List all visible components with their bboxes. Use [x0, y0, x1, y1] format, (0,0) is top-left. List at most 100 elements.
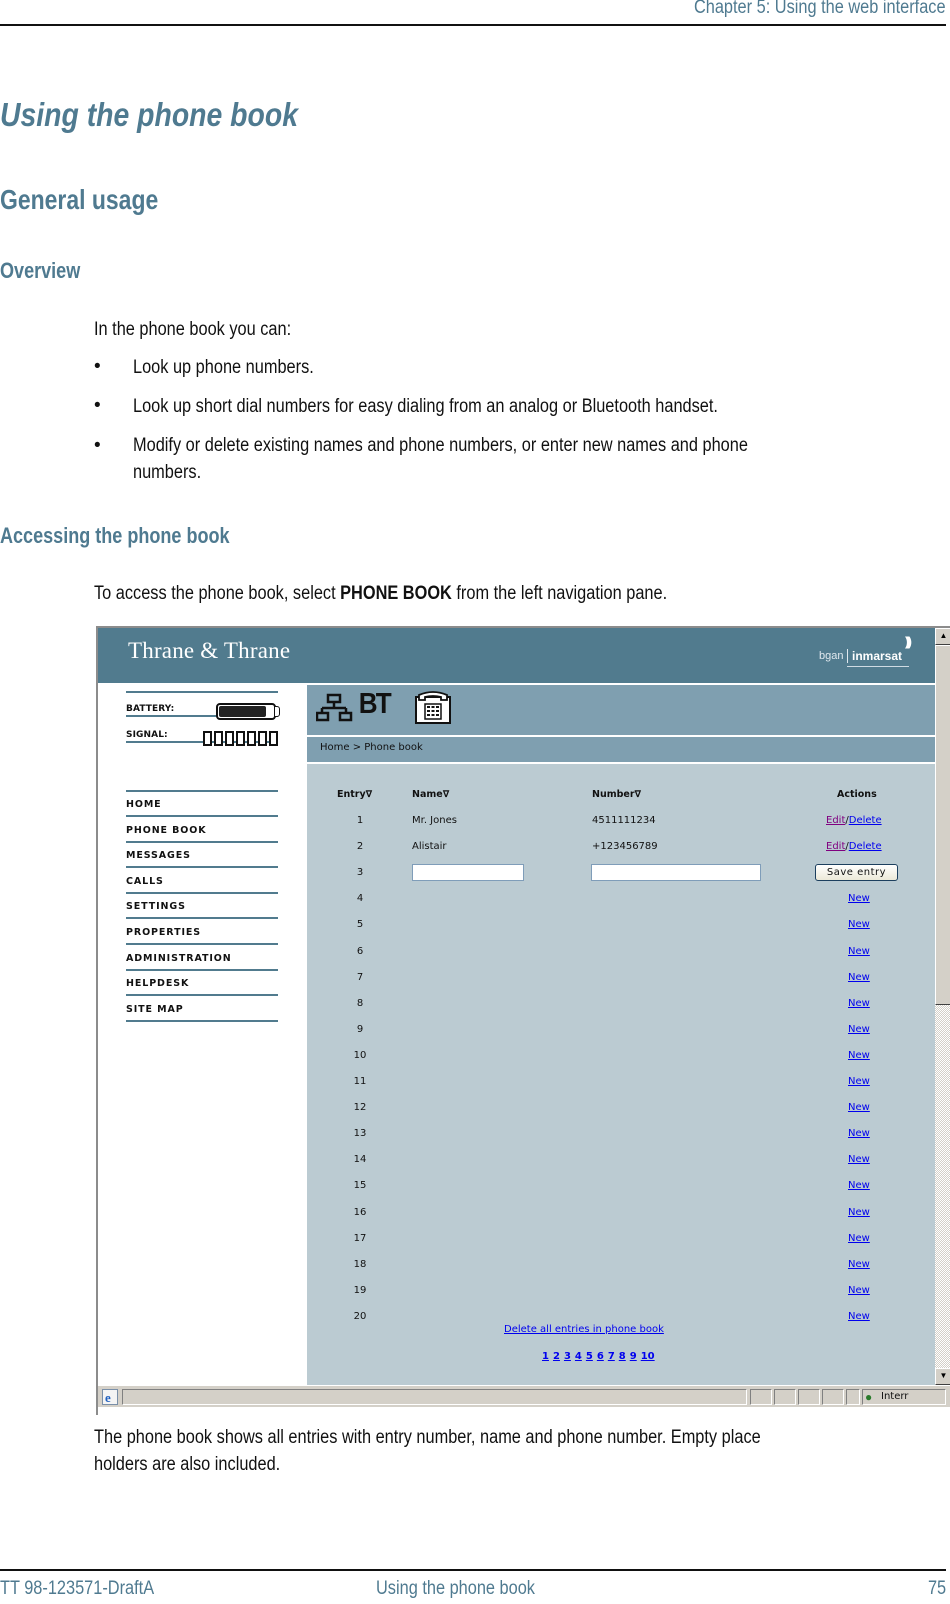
- entry-number: 7: [356, 971, 364, 983]
- entry-number: 11: [353, 1076, 367, 1087]
- delete-link[interactable]: Delete: [849, 841, 882, 852]
- overview-intro: In the phone book you can:: [94, 319, 292, 340]
- sidebar-item-messages[interactable]: MESSAGES: [126, 843, 278, 869]
- scroll-up-button[interactable]: ▲: [935, 628, 950, 645]
- entry-number: 19: [353, 1284, 367, 1296]
- sidebar-item-home[interactable]: HOME: [126, 792, 278, 817]
- new-entry-link[interactable]: New: [848, 1207, 870, 1218]
- bullet-item: Modify or delete existing names and phon…: [133, 435, 748, 456]
- column-header-number[interactable]: Number∇: [592, 789, 641, 800]
- entry-number: 2: [356, 841, 364, 853]
- signal-bar: [225, 731, 234, 746]
- access-text-bold: PHONE BOOK: [340, 583, 452, 604]
- bullet-item: Look up short dial numbers for easy dial…: [133, 396, 718, 417]
- new-entry-link[interactable]: New: [848, 1259, 870, 1270]
- new-entry-link[interactable]: New: [848, 972, 870, 983]
- name-input[interactable]: [412, 864, 524, 882]
- page-title: Using the phone book: [0, 96, 298, 133]
- page-link[interactable]: 3: [564, 1351, 571, 1362]
- page-link[interactable]: 5: [586, 1351, 593, 1362]
- new-entry-link[interactable]: New: [848, 1128, 870, 1139]
- new-entry-link[interactable]: New: [848, 1285, 870, 1296]
- page-link[interactable]: 7: [608, 1351, 615, 1362]
- entry-number: 10: [353, 1049, 367, 1061]
- column-header-name[interactable]: Name∇: [412, 789, 449, 800]
- logo-separator: [847, 649, 848, 663]
- entry-number: 20: [353, 1310, 367, 1322]
- battery-icon: [216, 703, 276, 720]
- new-entry-link[interactable]: New: [848, 1311, 870, 1322]
- new-entry-link[interactable]: New: [848, 998, 870, 1009]
- new-entry-link[interactable]: New: [848, 1154, 870, 1165]
- bgan-text: bgan: [819, 650, 844, 662]
- new-entry-link[interactable]: New: [848, 1180, 870, 1191]
- sidebar-item-properties[interactable]: PROPERTIES: [126, 920, 278, 945]
- entry-number: 13: [353, 1128, 367, 1140]
- status-panel: [822, 1389, 844, 1405]
- new-entry-link[interactable]: New: [848, 1102, 870, 1113]
- signal-bar: [258, 731, 267, 746]
- svg-text:e: e: [105, 1390, 111, 1405]
- page-link[interactable]: 2: [553, 1351, 560, 1362]
- page-link[interactable]: 6: [597, 1351, 604, 1362]
- new-entry-link[interactable]: New: [848, 893, 870, 904]
- browser-status-bar: e ● Interr: [98, 1385, 950, 1407]
- new-entry-link[interactable]: New: [848, 946, 870, 957]
- new-entry-link[interactable]: New: [848, 1024, 870, 1035]
- battery-label: BATTERY:: [126, 704, 175, 714]
- page-link[interactable]: 10: [641, 1351, 655, 1362]
- delete-all-entries-link[interactable]: Delete all entries in phone book: [504, 1324, 664, 1335]
- running-head: Chapter 5: Using the web interface: [694, 0, 946, 18]
- subsection-heading-accessing: Accessing the phone book: [0, 523, 230, 548]
- edit-link[interactable]: Edit: [826, 841, 845, 852]
- page-link[interactable]: 1: [542, 1351, 549, 1362]
- entry-name: Alistair: [412, 841, 447, 853]
- page-link[interactable]: 4: [575, 1351, 582, 1362]
- signal-bar: [269, 731, 278, 746]
- sidebar-item-settings[interactable]: SETTINGS: [126, 894, 278, 920]
- signal-bar: [247, 731, 256, 746]
- save-entry-button[interactable]: Save entry: [815, 864, 898, 882]
- bullet-item: Look up phone numbers.: [133, 357, 314, 378]
- sidebar-item-administration[interactable]: ADMINISTRATION: [126, 946, 278, 971]
- new-entry-link[interactable]: New: [848, 919, 870, 930]
- row-actions: Edit/Delete: [826, 815, 882, 826]
- internet-explorer-icon: e: [102, 1389, 118, 1405]
- entry-number: 1: [356, 815, 364, 826]
- footer-section-name: Using the phone book: [376, 1578, 535, 1599]
- entry-name: Mr. Jones: [412, 815, 457, 826]
- sidebar-item-phone-book[interactable]: PHONE BOOK: [126, 818, 278, 843]
- sidebar-item-helpdesk[interactable]: HELPDESK: [126, 971, 278, 997]
- entry-number: 4: [356, 893, 364, 905]
- access-text: from the left navigation pane.: [451, 583, 668, 604]
- scrollbar-thumb[interactable]: [935, 645, 950, 1005]
- access-text: To access the phone book, select: [94, 583, 341, 604]
- brand-logo: Thrane & Thrane: [128, 638, 291, 663]
- entry-number: 16: [353, 1206, 367, 1218]
- new-entry-link[interactable]: New: [848, 1233, 870, 1244]
- entry-number: 17: [353, 1232, 367, 1244]
- entry-number: 5: [356, 919, 364, 931]
- logo-underline: [847, 666, 909, 667]
- edit-link[interactable]: Edit: [826, 815, 845, 826]
- number-input[interactable]: [591, 864, 761, 882]
- page-link[interactable]: 8: [619, 1351, 626, 1362]
- top-banner: Thrane & Thrane bgan inmarsat ))): [98, 628, 935, 683]
- new-entry-link[interactable]: New: [848, 1050, 870, 1061]
- sidebar-item-calls[interactable]: CALLS: [126, 869, 278, 894]
- status-text-panel: [122, 1389, 747, 1405]
- sidebar-item-site-map[interactable]: SITE MAP: [126, 997, 278, 1022]
- bgan-inmarsat-logo: bgan inmarsat ))): [813, 634, 913, 672]
- delete-link[interactable]: Delete: [849, 815, 882, 826]
- scroll-down-button[interactable]: ▼: [935, 1368, 950, 1385]
- bullet-item-continuation: numbers.: [133, 462, 202, 483]
- column-header-entry[interactable]: Entry∇: [337, 789, 372, 800]
- entry-number-value: 4511111234: [592, 815, 656, 826]
- section-heading: General usage: [0, 184, 159, 215]
- vertical-scrollbar[interactable]: ▲ ▼: [935, 628, 950, 1385]
- page-link[interactable]: 9: [630, 1351, 637, 1362]
- new-entry-link[interactable]: New: [848, 1076, 870, 1087]
- signal-strength-meter: [203, 731, 279, 747]
- connection-icon-bar: BT: [307, 685, 935, 735]
- bullet-icon: •: [94, 435, 101, 456]
